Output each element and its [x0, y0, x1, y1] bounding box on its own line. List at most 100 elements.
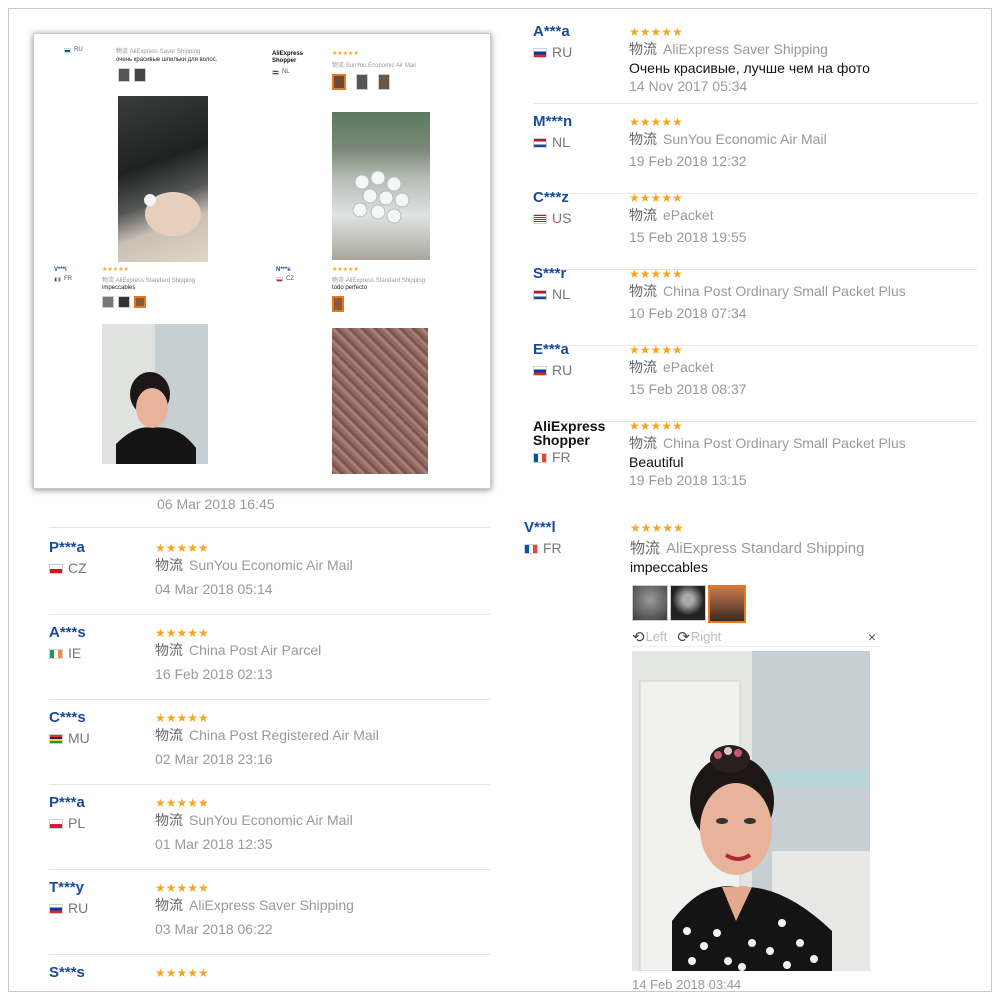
inset-thumbnail[interactable]	[134, 296, 146, 308]
inset-review-text: todo perfecto	[332, 285, 368, 291]
reviewer-name[interactable]: S***r	[533, 265, 566, 282]
inset-shipping: 物流 SunYou Economic Air Mail	[332, 63, 416, 69]
review-date: 02 Mar 2018 23:16	[155, 751, 273, 767]
flag-fr-icon	[533, 453, 547, 463]
reviewer-name[interactable]: A***a	[533, 23, 570, 40]
inset-reviewer-name: V***l	[54, 267, 67, 273]
inset-thumbnail[interactable]	[102, 296, 114, 308]
review-date-partial: 06 Mar 2018 16:45	[157, 496, 275, 512]
reviewer-country: PL	[49, 815, 85, 831]
review-photo-thumbnail-selected[interactable]	[708, 585, 746, 623]
inset-review-text: очень красивые шпильки для волос.	[116, 57, 218, 63]
review-photo-thumbnail[interactable]	[632, 585, 668, 621]
inset-shipping: 物流 AliExpress Standard Shipping	[102, 278, 196, 284]
review-item: A***s IE ★★★★★ 物流 China Post Air Parcel 16 Fe…	[49, 624, 494, 694]
review-date: 01 Mar 2018 12:35	[155, 836, 273, 852]
review-photo-thumbnail[interactable]	[670, 585, 706, 621]
inset-screenshot: RU 物流 AliExpress Saver Shipping очень кр…	[33, 33, 491, 489]
reviewer-name[interactable]: A***s	[49, 624, 86, 641]
inset-thumbnail[interactable]	[118, 296, 130, 308]
photo-viewer-toolbar: ⟲ Left ⟳ Right ×	[632, 627, 880, 647]
inset-thumbnail[interactable]	[332, 296, 344, 312]
shipping-method: 物流 SunYou Economic Air Mail	[155, 812, 353, 828]
star-rating: ★★★★★	[629, 419, 683, 433]
reviewer-name[interactable]: AliExpress Shopper	[533, 419, 625, 447]
reviewer-name[interactable]: P***a	[49, 794, 85, 811]
reviewer-name[interactable]: S***s	[49, 964, 85, 981]
rotate-right-icon[interactable]: ⟳	[677, 628, 690, 646]
review-text: Очень красивые, лучше чем на фото	[629, 60, 870, 76]
shipping-method: 物流 ePacket	[629, 359, 714, 375]
shipping-method: 物流 ePacket	[629, 207, 714, 223]
star-rating: ★★★★★	[629, 191, 683, 205]
selfie-illustration	[116, 372, 196, 464]
reviewer-name[interactable]: V***l	[524, 519, 556, 536]
inset-reviewer-name: AliExpress Shopper	[272, 51, 304, 64]
inset-photo[interactable]	[332, 328, 428, 474]
reviewer-country: CZ	[49, 560, 87, 576]
star-rating: ★★★★★	[629, 343, 683, 357]
reviewer-name[interactable]: C***z	[533, 189, 569, 206]
shipping-method: 物流 SunYou Economic Air Mail	[155, 557, 353, 573]
review-item: M***n NL ★★★★★ 物流 SunYou Economic Air Mail 19…	[533, 113, 978, 183]
rotate-right-button[interactable]: Right	[691, 629, 721, 644]
review-photo-large[interactable]	[632, 651, 870, 971]
close-icon[interactable]: ×	[868, 629, 876, 645]
reviewer-country: RU	[533, 362, 572, 378]
flag-fr-icon	[54, 277, 61, 282]
star-rating: ★★★★★	[155, 626, 209, 640]
reviewer-country: NL	[533, 134, 570, 150]
reviewer-country: US	[533, 210, 571, 226]
reviewer-country: NL	[533, 286, 570, 302]
inset-thumbnail[interactable]	[356, 74, 368, 90]
shipping-method: 物流 AliExpress Saver Shipping	[629, 41, 828, 57]
reviewer-country: RU	[49, 900, 88, 916]
inset-country: RU	[74, 47, 83, 53]
inset-thumbnail[interactable]	[118, 68, 130, 82]
review-item: T***y RU ★★★★★ 物流 AliExpress Saver Shipping 0…	[49, 879, 494, 949]
reviewer-country: IE	[49, 645, 81, 661]
flag-mu-icon	[49, 734, 63, 744]
hand-illustration	[144, 192, 201, 236]
star-rating: ★★★★★	[155, 881, 209, 895]
review-item: C***z US ★★★★★ 物流 ePacket 15 Feb 2018 19:55	[533, 189, 978, 259]
star-rating: ★★★★★	[155, 541, 209, 555]
review-date: 19 Feb 2018 12:32	[629, 153, 747, 169]
inset-shipping: 物流 AliExpress Standard Shipping	[332, 278, 426, 284]
star-rating: ★★★★★	[155, 796, 209, 810]
review-date: 10 Feb 2018 07:34	[629, 305, 747, 321]
review-item: P***a PL ★★★★★ 物流 SunYou Economic Air Mail 01…	[49, 794, 494, 864]
flag-pl-icon	[49, 819, 63, 829]
inset-country: NL	[282, 69, 290, 75]
flag-ru-icon	[64, 48, 71, 53]
reviewer-name[interactable]: M***n	[533, 113, 572, 130]
flag-cz-icon	[49, 564, 63, 574]
reviewer-name[interactable]: C***s	[49, 709, 86, 726]
inset-photo[interactable]	[102, 324, 208, 464]
screenshot-frame: A***a RU ★★★★★ 物流 AliExpress Saver Shipping О…	[8, 8, 992, 992]
rotate-left-icon[interactable]: ⟲	[632, 628, 645, 646]
shipping-method: 物流 AliExpress Standard Shipping	[630, 540, 865, 557]
shipping-method: 物流 AliExpress Saver Shipping	[155, 897, 354, 913]
review-item: P***a CZ ★★★★★ 物流 SunYou Economic Air Mail 04…	[49, 539, 494, 609]
star-rating: ★★★★★	[155, 711, 209, 725]
review-date: 16 Feb 2018 02:13	[155, 666, 273, 682]
inset-thumbnail[interactable]	[332, 74, 346, 90]
reviewer-name[interactable]: T***y	[49, 879, 84, 896]
flag-ru-icon	[533, 48, 547, 58]
reviewer-name[interactable]: E***a	[533, 341, 569, 358]
reviewer-name[interactable]: P***a	[49, 539, 85, 556]
inset-thumbnail[interactable]	[378, 74, 390, 90]
shipping-method: 物流 SunYou Economic Air Mail	[629, 131, 827, 147]
flag-ru-icon	[533, 366, 547, 376]
rotate-left-button[interactable]: Left	[646, 629, 668, 644]
inset-photo[interactable]	[118, 96, 208, 262]
featured-review: V***l FR ★★★★★ 物流 AliExpress Standard Shi…	[524, 519, 984, 992]
flag-ru-icon	[49, 904, 63, 914]
crystals-illustration	[352, 170, 410, 224]
divider	[49, 784, 491, 785]
inset-thumbnail[interactable]	[134, 68, 146, 82]
review-date: 14 Feb 2018 03:44	[632, 977, 742, 992]
review-date: 15 Feb 2018 19:55	[629, 229, 747, 245]
inset-photo[interactable]	[332, 112, 430, 260]
